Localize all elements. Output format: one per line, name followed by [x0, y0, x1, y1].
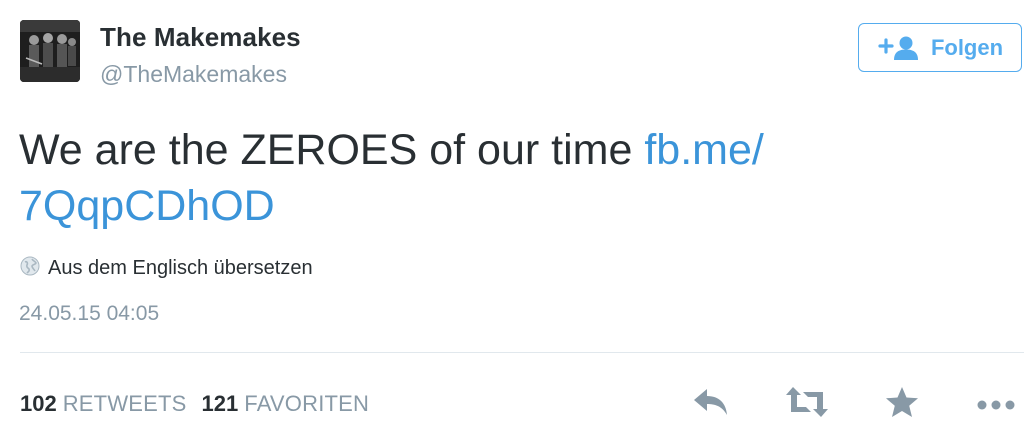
translate-label: Aus dem Englisch übersetzen	[48, 257, 313, 279]
tweet-link-part1: fb.me/	[644, 126, 764, 174]
reply-icon[interactable]	[692, 384, 730, 425]
tweet-card: The Makemakes @TheMakemakes Folgen We ar…	[0, 0, 1024, 448]
follow-button[interactable]: Folgen	[858, 23, 1022, 72]
more-icon[interactable]	[976, 398, 1020, 416]
tweet-link-part2: 7QqpCDhOD	[19, 182, 275, 230]
stats-row: 102 RETWEETS 121 FAVORITEN	[20, 391, 369, 417]
tweet-text-body: We are the ZEROES of our time	[19, 126, 645, 174]
globe-icon	[20, 256, 40, 281]
favorites-label[interactable]: FAVORITEN	[244, 391, 369, 417]
favorites-count[interactable]: 121	[202, 391, 239, 417]
display-name[interactable]: The Makemakes	[100, 22, 301, 53]
star-icon[interactable]	[884, 384, 920, 425]
retweets-label[interactable]: RETWEETS	[63, 391, 187, 417]
screen-name[interactable]: @TheMakemakes	[100, 61, 287, 88]
retweets-count[interactable]: 102	[20, 391, 57, 417]
retweet-icon[interactable]	[784, 384, 830, 425]
follow-label: Folgen	[930, 34, 1004, 60]
avatar[interactable]	[20, 20, 80, 82]
timestamp[interactable]: 24.05.15 04:05	[19, 302, 159, 326]
tweet-text: We are the ZEROES of our time fb.me/7Qqp…	[19, 122, 1009, 234]
translate-link[interactable]: Aus dem Englisch übersetzen	[20, 256, 313, 281]
divider	[20, 352, 1024, 353]
follow-person-icon	[877, 34, 921, 62]
band-photo	[20, 20, 80, 82]
